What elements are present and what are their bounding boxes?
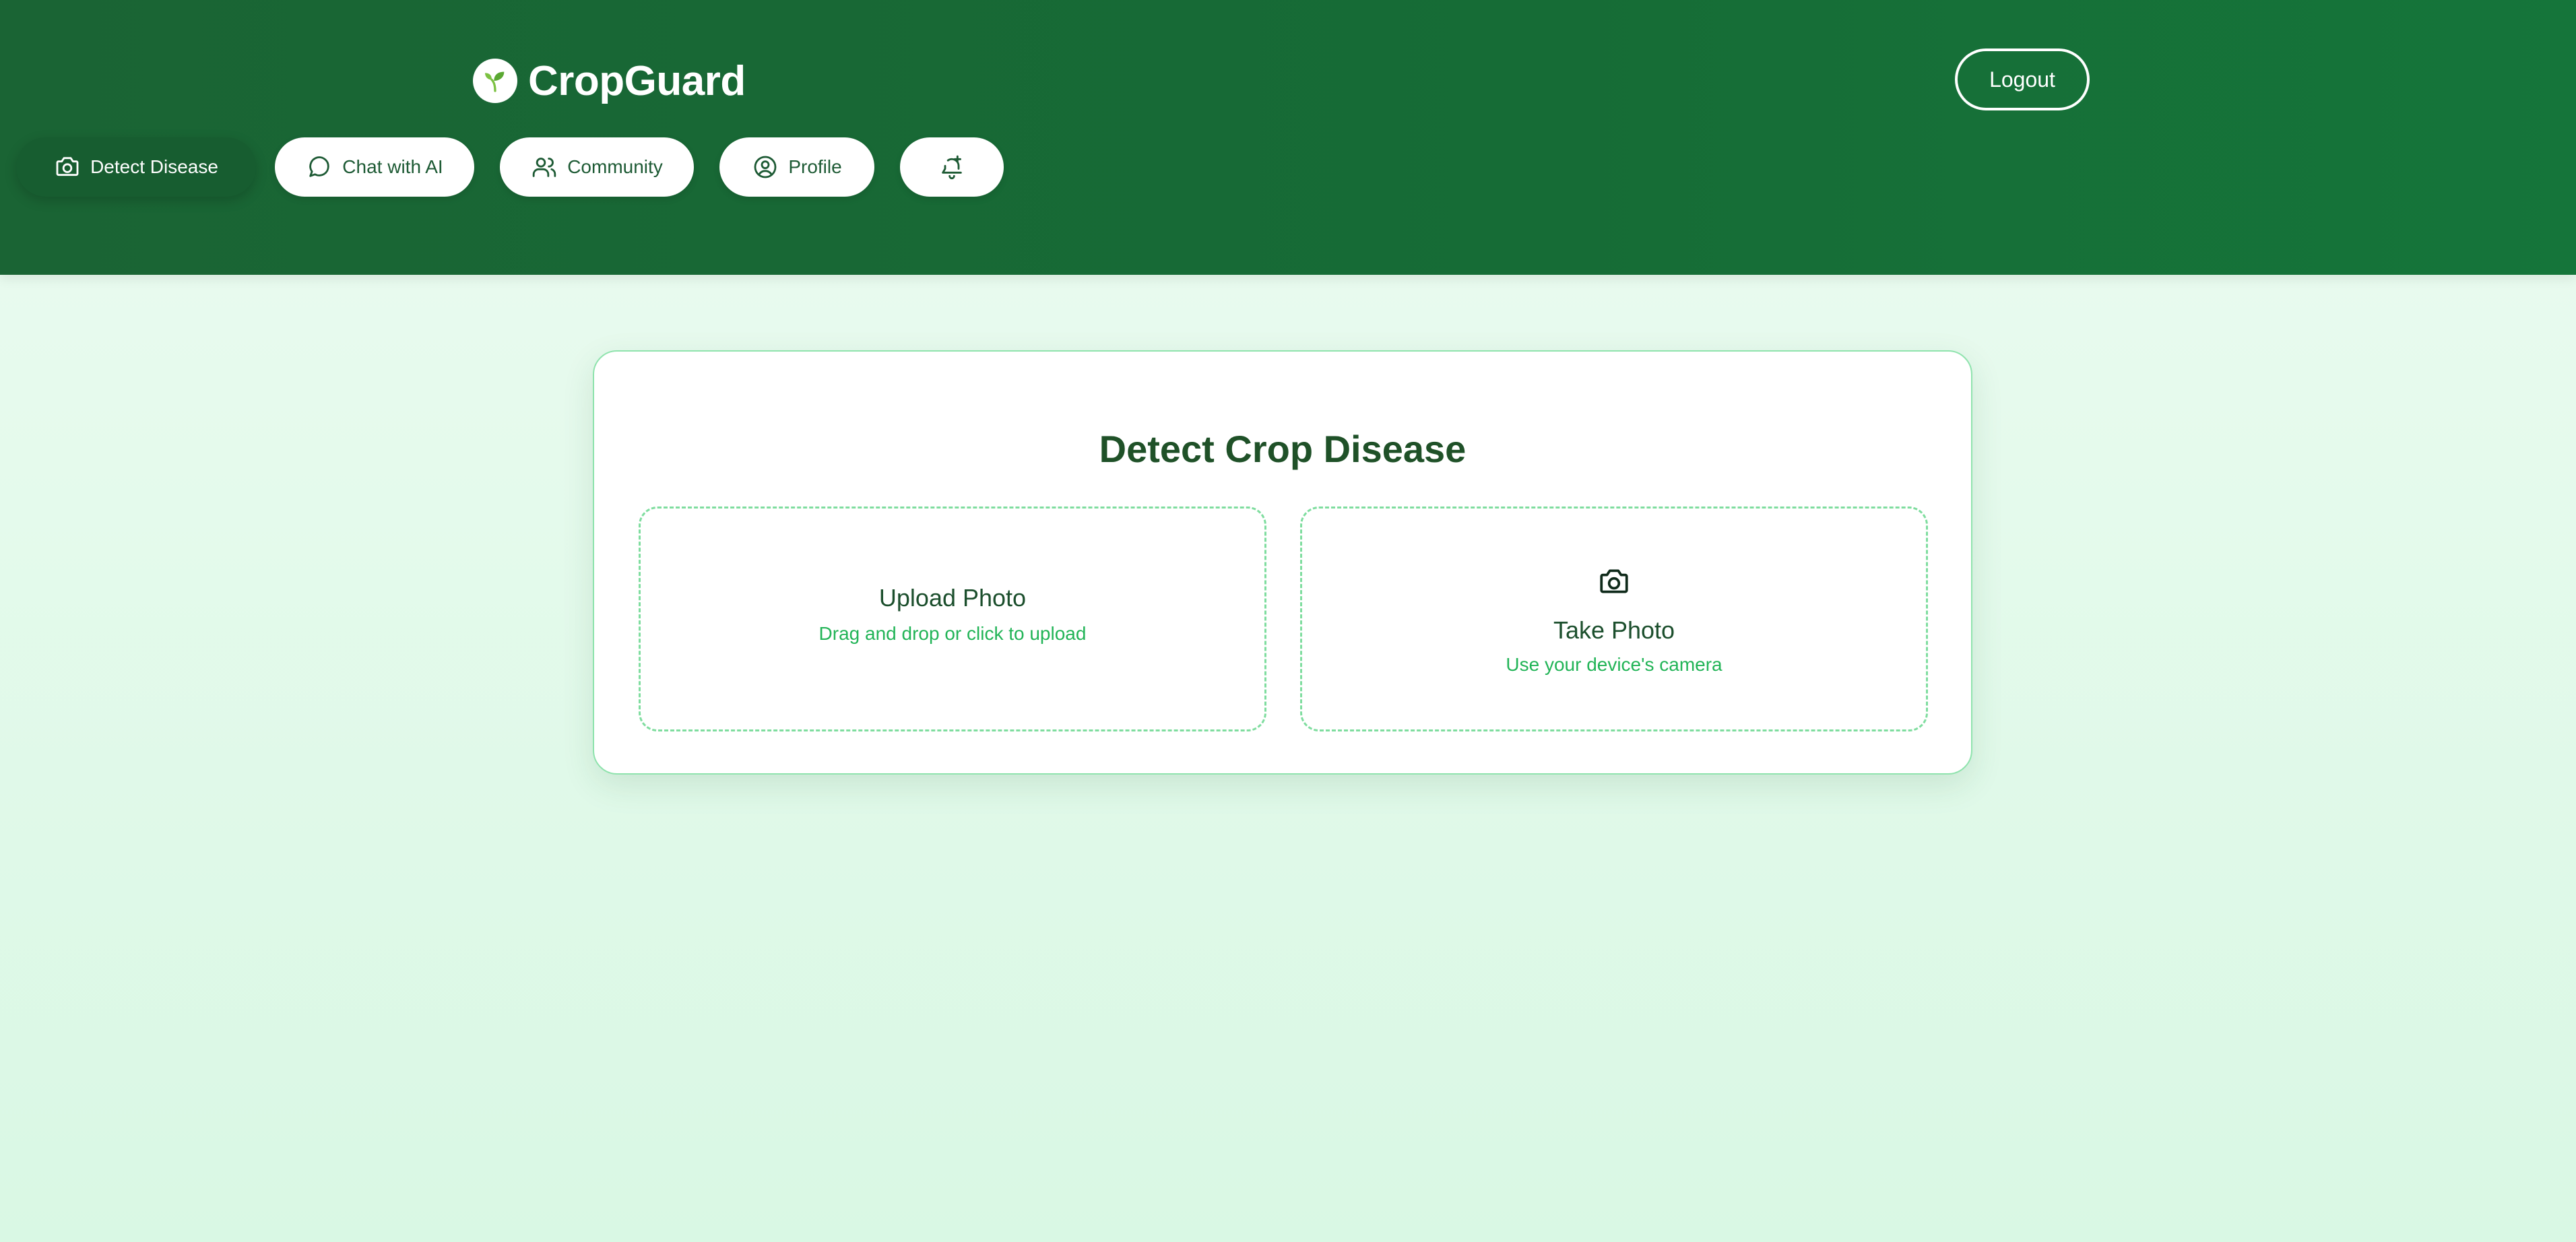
brand-name: CropGuard [528, 57, 746, 104]
nav-profile-label: Profile [788, 156, 842, 177]
nav-detect-disease[interactable]: Detect Disease [16, 137, 256, 197]
upload-photo-dropzone[interactable]: Upload Photo Drag and drop or click to u… [639, 506, 1266, 731]
nav-chat-with-ai-label: Chat with AI [342, 156, 443, 177]
camera-icon [1597, 565, 1631, 599]
page-title: Detect Crop Disease [1099, 428, 1467, 470]
upload-photo-subtitle: Drag and drop or click to upload [818, 623, 1087, 644]
nav-detect-disease-label: Detect Disease [90, 156, 218, 177]
nav-community-label: Community [567, 156, 663, 177]
take-photo-subtitle: Use your device's camera [1506, 654, 1722, 675]
chat-bubble-icon [306, 154, 333, 181]
detect-card: Detect Crop Disease Upload Photo Drag an… [593, 350, 1972, 775]
take-photo-title: Take Photo [1553, 616, 1675, 644]
user-circle-icon [752, 154, 779, 181]
logout-button[interactable]: Logout [1955, 48, 2090, 110]
nav-profile[interactable]: Profile [719, 137, 874, 197]
sprout-icon [473, 59, 517, 103]
app-header: CropGuard Logout Detect Disease Chat wit… [0, 0, 2576, 275]
main-nav: Detect Disease Chat with AI Community Pr… [0, 137, 2576, 197]
brand[interactable]: CropGuard [473, 55, 746, 106]
nav-notifications[interactable] [900, 137, 1004, 197]
take-photo-button[interactable]: Take Photo Use your device's camera [1300, 506, 1928, 731]
nav-chat-with-ai[interactable]: Chat with AI [275, 137, 474, 197]
bell-plus-icon [938, 154, 965, 181]
camera-icon [54, 154, 81, 181]
users-icon [531, 154, 558, 181]
upload-photo-title: Upload Photo [878, 584, 1027, 612]
nav-community[interactable]: Community [500, 137, 694, 197]
